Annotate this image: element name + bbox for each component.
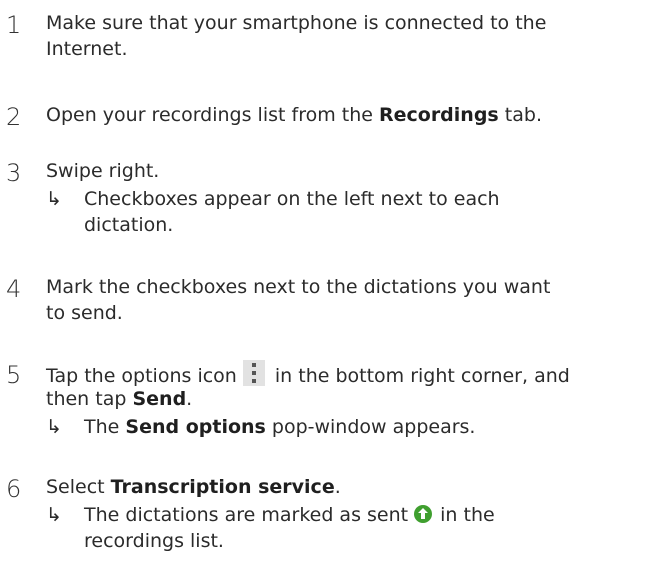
recordings-tab-label: Recordings [378,104,499,126]
send-label: Send [132,388,187,410]
result-text-line: recordings list. [84,530,224,552]
step-number: 5 [6,361,22,389]
result-text: The [84,416,126,438]
result-text-line: dictation. [84,214,174,236]
step-text: . [334,476,341,498]
step-text: Select [46,476,111,498]
result-text-line: The Send options pop-window appears. [84,414,475,440]
result-arrow-icon: ↳ [46,188,62,210]
result-arrow-icon: ↳ [46,504,62,526]
result-text: The dictations are marked as sent [84,504,409,526]
step-number: 1 [6,11,22,39]
step-text-line: Make sure that your smartphone is connec… [46,12,547,34]
step-number: 3 [6,159,22,187]
step-text-line: then tap Send. [46,386,192,412]
result-text-line: The dictations are marked as sent in the [84,502,495,528]
vertical-dots-icon [242,360,265,386]
result-text-line: Checkboxes appear on the left next to ea… [84,188,500,210]
step-text-line: Open your recordings list from the Recor… [46,102,542,128]
step-text-line: Swipe right. [46,160,160,182]
result-arrow-icon: ↳ [46,416,62,438]
step-number: 4 [6,275,22,303]
result-text: in the [434,504,495,526]
transcription-service-label: Transcription service [110,476,335,498]
step-text-line: Tap the options icon in the bottom right… [46,360,570,389]
step-text: tab. [498,104,542,126]
step-text: Open your recordings list from the [46,104,379,126]
step-text: then tap [46,388,133,410]
step-text: in the bottom right corner, and [268,365,570,387]
step-text-line: to send. [46,302,123,324]
step-text-line: Mark the checkboxes next to the dictatio… [46,276,551,298]
step-text: . [186,388,193,410]
step-number: 2 [6,103,22,131]
step-text-line: Select Transcription service. [46,474,341,500]
step-text: Tap the options icon [46,365,237,387]
result-text: pop-window appears. [265,416,476,438]
send-options-label: Send options [125,416,266,438]
step-number: 6 [6,475,22,503]
upload-arrow-circle-icon [414,505,433,523]
step-text-line: Internet. [46,38,128,60]
